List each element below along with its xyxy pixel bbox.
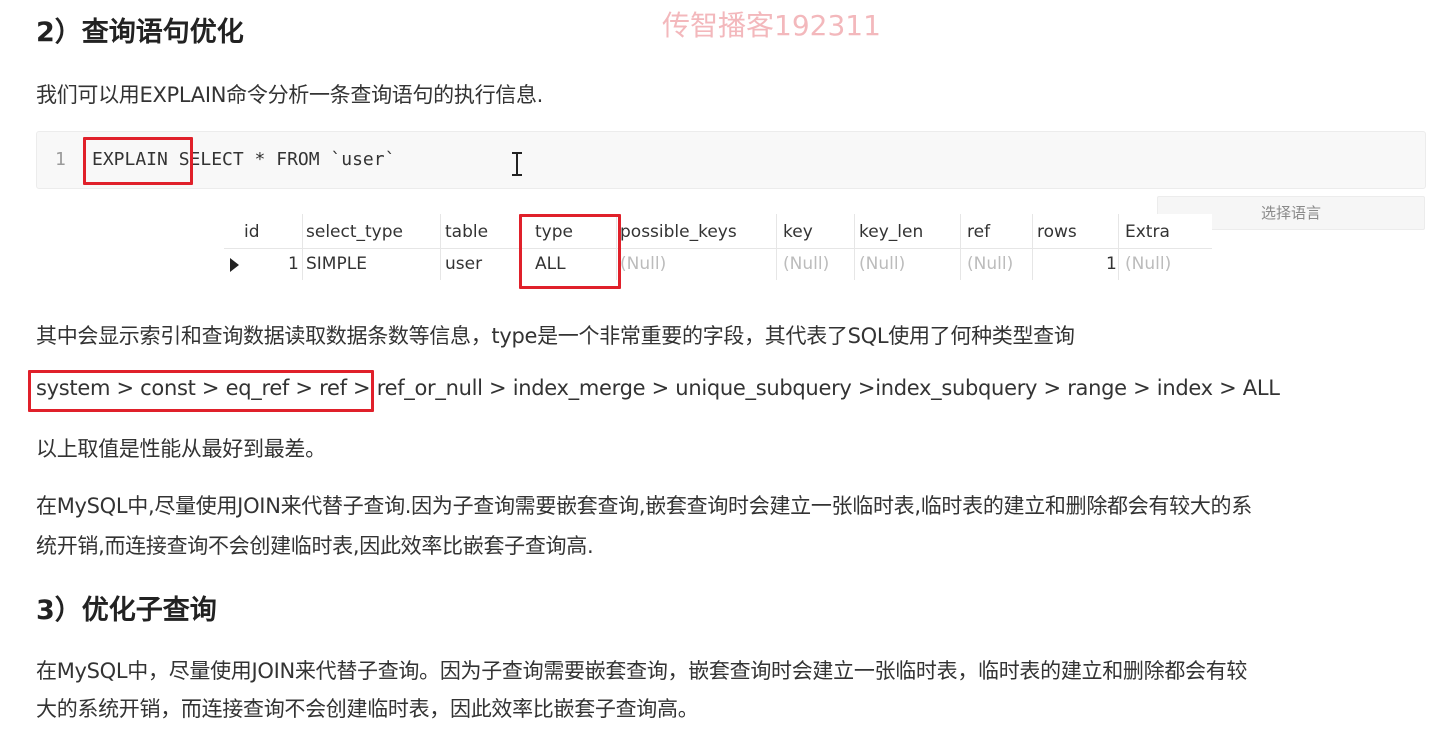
col-header-key-len: key_len xyxy=(859,222,924,242)
type-order-highlight-box xyxy=(28,370,374,412)
cell-id: 1 xyxy=(288,254,299,274)
cell-key: (Null) xyxy=(783,254,830,274)
col-header-possible-keys: possible_keys xyxy=(620,222,737,242)
current-row-arrow-icon xyxy=(230,258,239,272)
text-cursor-icon xyxy=(512,152,522,176)
code-query-rest: SELECT * FROM `user` xyxy=(167,149,396,170)
col-header-extra: Extra xyxy=(1125,222,1170,242)
code-line-number: 1 xyxy=(55,149,66,170)
join-advice-line-1: 在MySQL中,尽量使用JOIN来代替子查询.因为子查询需要嵌套查询,嵌套查询时… xyxy=(36,494,1252,518)
result-data-row[interactable] xyxy=(224,249,1212,280)
col-header-select-type: select_type xyxy=(306,222,403,242)
cell-rows: 1 xyxy=(1106,254,1117,274)
type-order-rest: > ref_or_null > index_merge > unique_sub… xyxy=(346,376,1280,400)
subquery-advice-line-2: 大的系统开销，而连接查询不会创建临时表，因此效率比嵌套子查询高。 xyxy=(36,697,699,721)
col-header-table: table xyxy=(445,222,489,242)
subquery-advice-line-1: 在MySQL中，尽量使用JOIN来代替子查询。因为子查询需要嵌套查询，嵌套查询时… xyxy=(36,659,1248,683)
col-header-ref: ref xyxy=(967,222,991,242)
cell-possible-keys: (Null) xyxy=(620,254,667,274)
section-3-heading: 3）优化子查询 xyxy=(36,595,217,626)
col-header-rows: rows xyxy=(1037,222,1077,242)
col-header-key: key xyxy=(783,222,813,242)
col-header-id: id xyxy=(244,222,260,242)
type-field-description: 其中会显示索引和查询数据读取数据条数等信息，type是一个非常重要的字段，其代表… xyxy=(36,324,1075,348)
section-2-heading: 2）查询语句优化 xyxy=(36,17,244,48)
explain-intro-text: 我们可以用EXPLAIN命令分析一条查询语句的执行信息. xyxy=(36,83,544,107)
cell-ref: (Null) xyxy=(967,254,1014,274)
cell-extra: (Null) xyxy=(1125,254,1172,274)
explain-result-table: id select_type table type possible_keys … xyxy=(224,214,1212,280)
type-column-highlight-box xyxy=(519,214,621,289)
cell-table: user xyxy=(445,254,483,274)
watermark-text: 传智播客192311 xyxy=(662,9,881,42)
cell-select-type: SIMPLE xyxy=(306,254,367,274)
explain-highlight-box xyxy=(83,137,193,185)
cell-key-len: (Null) xyxy=(859,254,906,274)
code-block[interactable]: 1 EXPLAIN SELECT * FROM `user` xyxy=(36,131,1426,189)
join-advice-line-2: 统开销,而连接查询不会创建临时表,因此效率比嵌套子查询高. xyxy=(36,534,594,558)
performance-order-note: 以上取值是性能从最好到最差。 xyxy=(36,437,326,461)
